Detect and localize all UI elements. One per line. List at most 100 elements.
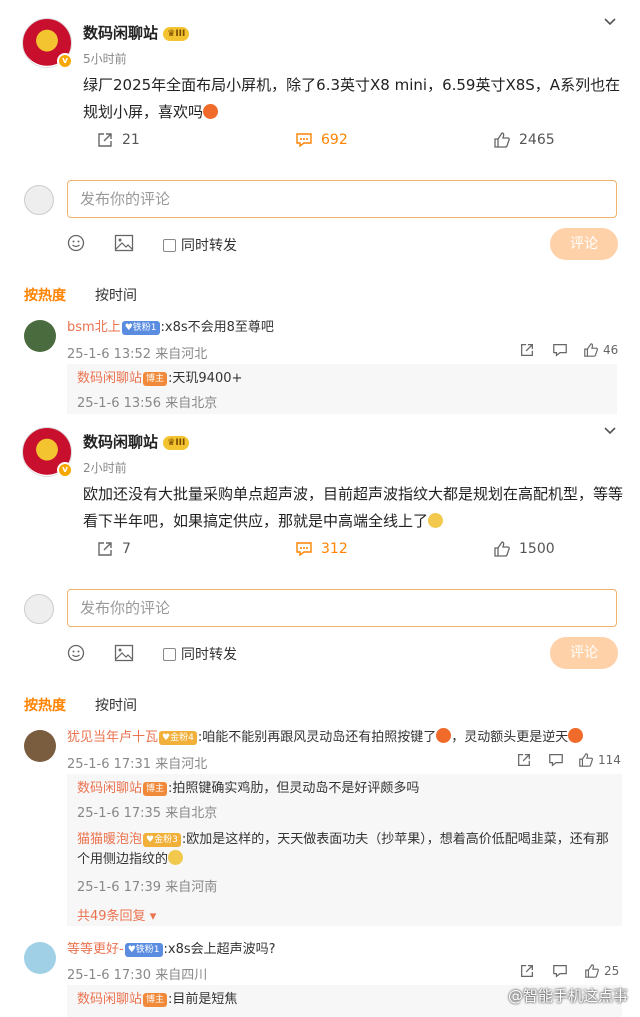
- share-icon[interactable]: [519, 963, 535, 979]
- like-count: 2465: [519, 132, 555, 148]
- share-icon[interactable]: [519, 342, 535, 358]
- like-count: 1500: [519, 541, 555, 557]
- comment-body: bsm北上 ♥铁粉1:x8s不会用8至尊吧: [67, 318, 617, 338]
- reply-body: 数码闲聊站 博主:天玑9400+: [77, 369, 242, 389]
- comment-button[interactable]: 692: [295, 131, 348, 149]
- author-avatar[interactable]: v: [22, 18, 73, 69]
- share-button[interactable]: 7: [96, 540, 131, 558]
- checkbox-icon[interactable]: [163, 238, 176, 252]
- emoji-icon: [168, 850, 184, 865]
- checkbox-icon[interactable]: [163, 647, 176, 661]
- comment-input[interactable]: 发布你的评论: [67, 589, 617, 627]
- reply-author[interactable]: 数码闲聊站: [77, 992, 142, 1007]
- chevron-down-icon[interactable]: [602, 14, 618, 30]
- comment-count: 692: [321, 132, 348, 148]
- submit-comment-button[interactable]: 评论: [550, 637, 618, 669]
- reply-body: 数码闲聊站 博主:目前是短焦: [77, 990, 237, 1010]
- tab-sort-time[interactable]: 按时间: [95, 285, 137, 305]
- emoji-icon: [203, 104, 219, 119]
- more-replies-link[interactable]: 共49条回复 ▾: [77, 905, 156, 924]
- comment-icon[interactable]: [552, 342, 568, 358]
- reply-meta: 25-1-6 17:39 来自河南: [77, 880, 218, 895]
- verified-icon: v: [57, 53, 73, 69]
- tab-sort-hot[interactable]: 按热度: [24, 285, 66, 305]
- submit-comment-button[interactable]: 评论: [550, 228, 618, 260]
- rank-badge: ♛III: [163, 26, 190, 41]
- commenter-avatar[interactable]: [24, 730, 56, 762]
- comment-like-count: 25: [604, 964, 620, 978]
- repost-label: 同时转发: [181, 238, 237, 254]
- image-icon[interactable]: [114, 234, 134, 252]
- comment-icon[interactable]: [552, 963, 568, 979]
- post-time: 5小时前: [83, 52, 127, 66]
- commenter-name[interactable]: 犹见当年卢十瓦: [67, 730, 158, 745]
- share-button[interactable]: 21: [96, 131, 140, 149]
- emoji-icon: [428, 513, 444, 528]
- comment-icon[interactable]: [548, 752, 564, 768]
- tab-sort-time[interactable]: 按时间: [95, 695, 137, 715]
- emoji-icon[interactable]: [67, 644, 85, 662]
- author-avatar[interactable]: v: [22, 427, 73, 478]
- comment-text: :咱能不能别再跟风灵动岛还有拍照按键了: [197, 730, 437, 745]
- author-name[interactable]: 数码闲聊站: [83, 433, 158, 451]
- share-icon[interactable]: [516, 752, 532, 768]
- reply-meta: 25-1-6 17:35 来自北京: [77, 806, 218, 821]
- thumbs-up-icon: [578, 752, 594, 768]
- comment-like-button[interactable]: 46: [583, 342, 618, 358]
- caret-down-icon: ▾: [149, 909, 157, 924]
- comment-meta: 25-1-6 17:30 来自四川: [67, 968, 208, 983]
- comment-like-count: 114: [598, 753, 621, 767]
- comment-like-count: 46: [603, 343, 619, 357]
- emoji-icon: [568, 728, 584, 743]
- comment-meta: 25-1-6 17:31 来自河北: [67, 757, 208, 772]
- reply-author[interactable]: 数码闲聊站: [77, 371, 142, 386]
- fan-badge: ♥铁粉1: [121, 320, 160, 335]
- author-name[interactable]: 数码闲聊站: [83, 24, 158, 42]
- emoji-icon[interactable]: [67, 234, 85, 252]
- commenter-name[interactable]: 等等更好-: [67, 942, 124, 957]
- comment-body: 等等更好- ♥铁粉1:x8s会上超声波吗?: [67, 940, 617, 960]
- reply-author[interactable]: 数码闲聊站: [77, 781, 142, 796]
- image-icon[interactable]: [114, 644, 134, 662]
- comment-input[interactable]: 发布你的评论: [67, 180, 617, 218]
- commenter-name[interactable]: bsm北上: [67, 320, 121, 335]
- comment-count: 312: [321, 541, 348, 557]
- verified-icon: v: [57, 462, 73, 478]
- author-badge: 博主: [143, 371, 168, 386]
- rank-badge: ♛III: [163, 435, 190, 450]
- repost-checkbox[interactable]: 同时转发: [163, 644, 237, 664]
- reply-text: :目前是短焦: [168, 992, 238, 1007]
- share-count: 7: [122, 541, 131, 557]
- thumbs-up-icon: [493, 540, 511, 558]
- like-button[interactable]: 1500: [493, 540, 555, 558]
- post-author[interactable]: 数码闲聊站 ♛III: [83, 431, 190, 452]
- comment-text: :x8s会上超声波吗?: [163, 942, 276, 957]
- repost-checkbox[interactable]: 同时转发: [163, 235, 237, 255]
- author-badge: 博主: [143, 781, 168, 796]
- like-button[interactable]: 2465: [493, 131, 555, 149]
- share-icon: [96, 540, 114, 558]
- comment-like-button[interactable]: 114: [578, 752, 621, 768]
- fan-badge: ♥金粉3: [143, 832, 181, 847]
- tab-sort-hot[interactable]: 按热度: [24, 695, 66, 715]
- share-count: 21: [122, 132, 140, 148]
- user-avatar: [24, 594, 54, 624]
- reply-author[interactable]: 猫猫暖泡泡: [77, 832, 142, 847]
- thumbs-up-icon: [493, 131, 511, 149]
- comment-icon: [295, 540, 313, 558]
- reply-text: :拍照键确实鸡肋，但灵动岛不是好评颇多吗: [168, 781, 420, 796]
- commenter-avatar[interactable]: [24, 320, 56, 352]
- post-author[interactable]: 数码闲聊站 ♛III: [83, 22, 190, 43]
- post-text: 绿厂2025年全面布局小屏机，除了6.3英寸X8 mini，6.59英寸X8S，…: [83, 76, 621, 121]
- comment-button[interactable]: 312: [295, 540, 348, 558]
- post-time: 2小时前: [83, 461, 127, 475]
- comment-meta: 25-1-6 13:52 来自河北: [67, 347, 208, 362]
- commenter-avatar[interactable]: [24, 942, 56, 974]
- reply-meta: 25-1-6 13:56 来自北京: [77, 396, 218, 411]
- chevron-down-icon[interactable]: [602, 423, 618, 439]
- reply-body: 猫猫暖泡泡 ♥金粉3:欧加是这样的，天天做表面功夫（抄苹果），想着高价低配喝韭菜，…: [77, 830, 617, 870]
- comment-icon: [295, 131, 313, 149]
- comment-like-button[interactable]: 25: [584, 963, 619, 979]
- comment-body: 犹见当年卢十瓦 ♥金粉4:咱能不能别再跟风灵动岛还有拍照按键了 ，灵动额头更是逆天: [67, 728, 627, 748]
- post-text: 欧加还没有大批量采购单点超声波，目前超声波指纹大都是规划在高配机型，等等看下半年…: [83, 485, 624, 530]
